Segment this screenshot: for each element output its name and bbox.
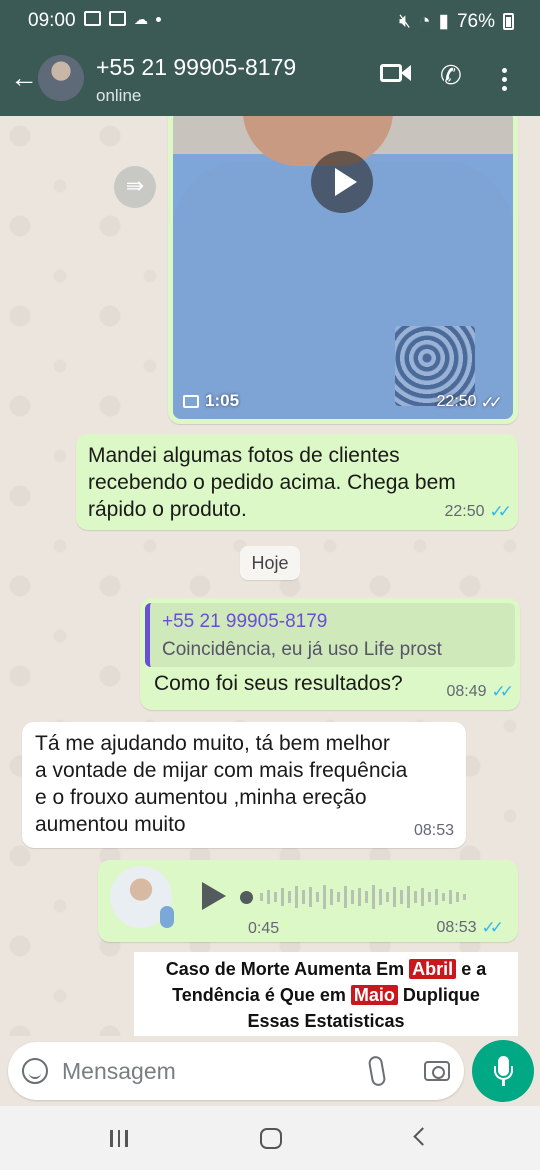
message-text: Tá me ajudando muito, tá bem melhor a vo… [35,732,408,836]
emoji-icon[interactable] [22,1058,48,1084]
ad-line-2: Tendência é Que em Maio Duplique [172,985,480,1005]
message-time: 08:49 [446,683,487,700]
play-icon[interactable] [311,151,373,213]
more-options-icon[interactable] [502,68,507,91]
video-call-icon[interactable] [380,64,411,87]
battery-level: 76% [456,10,495,32]
chat-area[interactable]: ⇛ 1:05 22:50 ✓✓ Mandei algumas fotos de … [0,116,540,1036]
message-time: 08:53 [413,822,454,839]
status-bar: 09:00 ☁ 🔇︎ ◔ ▮ 76% [0,0,540,42]
message-meta: 22:50 ✓✓ [444,502,512,522]
quoted-sender: +55 21 99905-8179 [162,611,328,632]
mic-icon [160,906,174,928]
system-icons: 🔇︎ ◔ ▮ 76% [399,10,514,33]
message-meta: 08:53 ✓✓ [436,918,504,938]
message-time: 22:50 [444,503,485,520]
ad-line-3: Essas Estatisticas [247,1011,405,1031]
video-time-text: 22:50 [436,393,477,410]
video-camera-icon [183,394,199,408]
read-ticks-icon: ✓✓ [489,502,512,521]
read-ticks-icon: ✓✓ [480,393,503,412]
system-nav-bar [0,1106,540,1170]
quoted-text: Coincidência, eu já uso Life prost [162,639,442,660]
message-composer [8,1042,464,1100]
reply-message[interactable]: +55 21 99905-8179 Coincidência, eu já us… [140,598,520,710]
status-time: 09:00 [28,10,76,31]
video-thumbnail[interactable]: 1:05 22:50 ✓✓ [173,116,513,419]
message-time: 08:53 [436,919,477,936]
mic-icon[interactable] [472,1040,534,1102]
signal-icon: ▮ [438,11,449,32]
ad-line-1: Caso de Morte Aumenta Em Abril e a [165,959,487,979]
message-meta: 08:49 ✓✓ [446,682,514,702]
battery-icon [503,13,514,30]
voice-message[interactable]: 0:45 08:53 ✓✓ [98,860,518,942]
video-timestamp: 22:50 ✓✓ [436,393,503,413]
more-notifications-icon [156,17,161,22]
recent-apps-icon[interactable] [110,1130,128,1147]
voice-waveform[interactable] [244,880,504,914]
gallery-notification-icon [84,11,101,26]
message-text: Mandei algumas fotos de clientes receben… [88,444,456,521]
attach-icon[interactable] [367,1055,387,1087]
ad-banner[interactable]: Caso de Morte Aumenta Em Abril e a Tendê… [134,952,518,1036]
notification-icons: ☁ [84,11,161,28]
read-ticks-icon: ✓✓ [481,918,504,937]
contact-name: +55 21 99905-8179 [96,54,297,80]
camera-icon[interactable] [424,1061,450,1081]
nav-back-icon[interactable] [413,1127,432,1146]
voice-progress-handle[interactable] [240,891,253,904]
message-meta: 08:53 [414,822,454,840]
read-ticks-icon: ✓✓ [491,682,514,701]
play-icon[interactable] [202,882,226,910]
back-arrow-icon[interactable]: ← [10,62,38,94]
video-duration-text: 1:05 [205,391,240,410]
mute-icon: 🔇︎ [399,10,412,32]
forward-icon[interactable]: ⇛ [114,166,156,208]
video-duration: 1:05 [183,391,239,411]
voice-duration: 0:45 [248,920,280,937]
message-text: Como foi seus resultados? [154,672,403,695]
video-frame-face [243,116,393,166]
wifi-icon: ◔ [419,10,431,32]
contact-info[interactable]: +55 21 99905-8179 online [96,54,296,106]
message-input[interactable] [62,1053,352,1089]
video-message[interactable]: 1:05 22:50 ✓✓ [168,116,518,424]
contact-status: online [96,86,142,105]
outgoing-message[interactable]: Mandei algumas fotos de clientes receben… [76,434,518,530]
chat-header: ← +55 21 99905-8179 online ✆ [0,42,540,116]
contact-avatar[interactable] [38,55,84,101]
day-separator: Hoje [240,546,300,580]
quoted-message[interactable]: +55 21 99905-8179 Coincidência, eu já us… [145,603,515,667]
app-notification-icon [109,11,126,26]
home-icon[interactable] [260,1128,282,1149]
phone-icon[interactable]: ✆ [440,60,462,91]
cloud-icon: ☁ [134,11,148,27]
incoming-message[interactable]: Tá me ajudando muito, tá bem melhor a vo… [22,722,466,848]
